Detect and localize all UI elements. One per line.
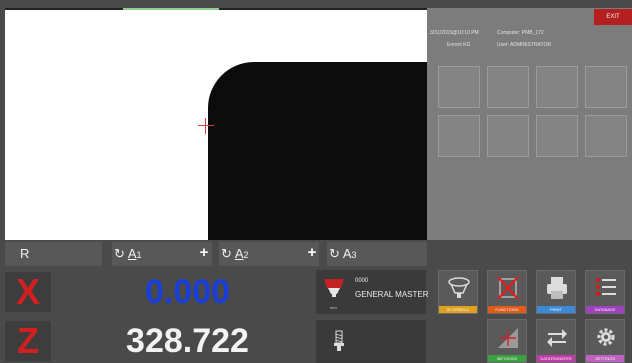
x-readout-value: 0.000 bbox=[144, 273, 231, 311]
user-text: User: ADMINISTRATOR bbox=[497, 42, 551, 48]
transfer-arrows-icon bbox=[547, 329, 567, 347]
rotate-icon: ↻ bbox=[221, 246, 232, 261]
printer-icon bbox=[547, 277, 567, 299]
slot-box[interactable] bbox=[487, 115, 529, 157]
rotate-icon: ↻ bbox=[114, 246, 125, 261]
tab-a2-label: ↻ A2 bbox=[221, 244, 249, 264]
tool-silhouette bbox=[208, 62, 427, 240]
datetime-text: 3/31/2015@10:10 PM bbox=[430, 30, 479, 36]
datatransfer-label: DATATRANSFER bbox=[537, 355, 575, 362]
tab-a2-index: 2 bbox=[243, 250, 249, 260]
crosshair-vertical bbox=[205, 118, 206, 134]
functions-button[interactable]: FUNCTIONS bbox=[487, 270, 527, 314]
slot-box[interactable] bbox=[585, 115, 627, 157]
database-list-icon bbox=[596, 278, 616, 296]
tool-holder-icon bbox=[334, 330, 344, 351]
tool-selector[interactable] bbox=[316, 320, 426, 363]
slot-box[interactable] bbox=[438, 115, 480, 157]
functions-icon bbox=[497, 276, 519, 300]
rotate-icon: ↻ bbox=[329, 246, 340, 261]
database-label: DATABASE bbox=[586, 306, 624, 313]
master-name: GENERAL MASTER bbox=[355, 290, 429, 299]
z-axis-letter: Z bbox=[17, 320, 39, 361]
id-spindle-label: ID SPINDLE bbox=[439, 306, 477, 313]
methods-label: METHODS bbox=[488, 355, 526, 362]
x-axis-indicator[interactable]: X bbox=[5, 272, 51, 312]
slot-box[interactable] bbox=[487, 66, 529, 108]
tab-a1-index: 1 bbox=[136, 250, 142, 260]
print-button[interactable]: PRINT bbox=[536, 270, 576, 314]
database-button[interactable]: DATABASE bbox=[585, 270, 625, 314]
crosshair-horizontal bbox=[198, 125, 214, 126]
settings-label: SETTINGS bbox=[586, 355, 624, 362]
tab-a1-label: ↻ A1 bbox=[114, 244, 142, 264]
datatransfer-button[interactable]: DATATRANSFER bbox=[536, 319, 576, 363]
tab-a3-label: ↻ A3 bbox=[329, 244, 357, 264]
master-number: 0000 bbox=[355, 278, 369, 284]
spindle-icon bbox=[324, 279, 344, 297]
operator-text: Enroot KG bbox=[447, 42, 471, 48]
tab-a3-index: 3 bbox=[351, 250, 357, 260]
methods-button[interactable]: METHODS bbox=[487, 319, 527, 363]
x-axis-letter: X bbox=[15, 271, 40, 312]
slot-box[interactable] bbox=[536, 66, 578, 108]
exit-button[interactable]: EXIT bbox=[594, 9, 632, 25]
id-spindle-button[interactable]: ID SPINDLE bbox=[438, 270, 478, 314]
slot-box[interactable] bbox=[438, 66, 480, 108]
functions-label: FUNCTIONS bbox=[488, 306, 526, 313]
camera-status-strip bbox=[123, 8, 219, 10]
spindle-icon bbox=[448, 277, 470, 298]
gear-icon bbox=[597, 328, 615, 346]
z-readout-value: 328.722 bbox=[126, 322, 249, 360]
slot-box[interactable] bbox=[536, 115, 578, 157]
app-window: 3/31/2015@10:10 PM Computer: PMB_172 Enr… bbox=[0, 0, 632, 363]
tab-r-label: R bbox=[20, 246, 30, 261]
print-label: PRINT bbox=[537, 306, 575, 313]
settings-button[interactable]: SETTINGS bbox=[585, 319, 625, 363]
methods-icon bbox=[498, 328, 518, 348]
camera-view[interactable] bbox=[5, 8, 427, 240]
plus-icon[interactable]: + bbox=[305, 245, 319, 260]
plus-icon[interactable]: + bbox=[197, 245, 211, 260]
z-axis-indicator[interactable]: Z bbox=[5, 321, 51, 361]
slot-box[interactable] bbox=[585, 66, 627, 108]
master-unit: mm bbox=[330, 305, 337, 310]
computer-text: Computer: PMB_172 bbox=[497, 30, 544, 36]
